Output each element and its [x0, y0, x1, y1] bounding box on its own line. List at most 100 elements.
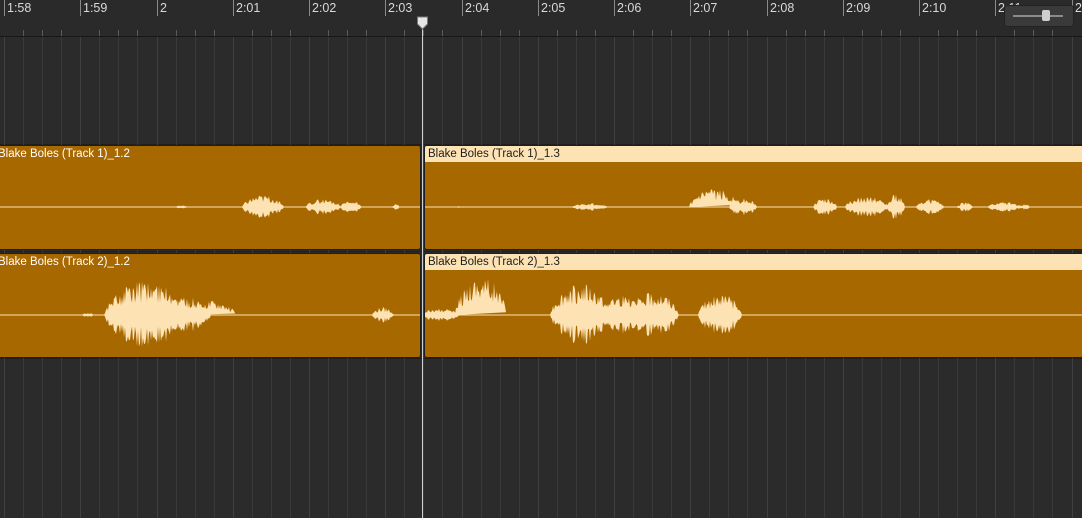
zoom-slider-knob[interactable]: [1042, 10, 1050, 21]
ruler-minor-tick: [118, 30, 119, 36]
ruler-minor-tick: [728, 30, 729, 36]
ruler-minor-tick: [1052, 30, 1053, 36]
ruler-time-label: 2: [160, 1, 167, 15]
ruler-minor-tick: [481, 30, 482, 36]
waveform-burst: [887, 194, 905, 219]
audio-region[interactable]: Blake Boles (Track 1)_1.2: [0, 145, 421, 250]
audio-region[interactable]: Blake Boles (Track 2)_1.2: [0, 253, 421, 358]
ruler-time-label: 2:08: [770, 1, 795, 15]
ruler-minor-tick: [881, 30, 882, 36]
ruler-minor-tick: [271, 30, 272, 36]
ruler-minor-tick: [176, 30, 177, 36]
ruler-minor-tick: [366, 30, 367, 36]
ruler-minor-tick: [23, 30, 24, 36]
waveform-burst: [1018, 204, 1030, 210]
ruler-minor-tick: [99, 30, 100, 36]
ruler-time-label: 2:07: [693, 1, 718, 15]
waveform-burst: [174, 205, 188, 209]
ruler-minor-tick: [500, 30, 501, 36]
audio-region[interactable]: Blake Boles (Track 1)_1.3: [424, 145, 1082, 250]
ruler-major-tick: [462, 0, 463, 16]
ruler-minor-tick: [671, 30, 672, 36]
ruler-time-label: 1:59: [83, 1, 108, 15]
waveform-burst: [455, 278, 506, 315]
waveform-burst: [845, 197, 889, 217]
ruler-time-label: 1:58: [7, 1, 32, 15]
ruler-minor-tick: [214, 30, 215, 36]
ruler-major-tick: [157, 0, 158, 16]
ruler-time-label: 2:05: [541, 1, 566, 15]
waveform-burst: [698, 295, 742, 334]
ruler-minor-tick: [423, 30, 424, 36]
ruler-time-label: 2:03: [388, 1, 413, 15]
ruler-major-tick: [538, 0, 539, 16]
audio-region[interactable]: Blake Boles (Track 2)_1.3: [424, 253, 1082, 358]
ruler-minor-tick: [633, 30, 634, 36]
zoom-slider-track[interactable]: [1013, 15, 1063, 17]
ruler-minor-tick: [137, 30, 138, 36]
ruler-major-tick: [309, 0, 310, 16]
ruler-minor-tick: [61, 30, 62, 36]
ruler-minor-tick: [709, 30, 710, 36]
ruler-minor-tick: [824, 30, 825, 36]
ruler-time-label: 2:04: [465, 1, 490, 15]
ruler-minor-tick: [290, 30, 291, 36]
ruler-major-tick: [385, 0, 386, 16]
ruler-minor-tick: [862, 30, 863, 36]
ruler-minor-tick: [557, 30, 558, 36]
playhead-line[interactable]: [422, 20, 423, 518]
ruler-minor-tick: [252, 30, 253, 36]
ruler-minor-tick: [576, 30, 577, 36]
waveform-burst: [242, 195, 284, 218]
ruler-time-label: 2:09: [846, 1, 871, 15]
waveform: [425, 278, 1082, 344]
ruler-minor-tick: [442, 30, 443, 36]
waveform-burst: [82, 313, 94, 317]
zoom-slider[interactable]: [1004, 5, 1074, 27]
waveform: [425, 189, 1082, 219]
waveform-burst: [372, 307, 394, 323]
waveform-burst: [957, 202, 973, 212]
waveform: [0, 281, 420, 347]
ruler-major-tick: [4, 0, 5, 16]
waveform-burst: [916, 199, 944, 215]
ruler-minor-tick: [805, 30, 806, 36]
waveform-burst: [392, 204, 400, 210]
ruler-time-label: 2:06: [617, 1, 642, 15]
ruler-time-label: 2:02: [312, 1, 337, 15]
ruler-time-label: 2:01: [236, 1, 261, 15]
ruler-minor-tick: [328, 30, 329, 36]
ruler-major-tick: [80, 0, 81, 16]
ruler-minor-tick: [347, 30, 348, 36]
ruler-time-label: 2: [1075, 1, 1082, 15]
ruler-minor-tick: [652, 30, 653, 36]
ruler-minor-tick: [957, 30, 958, 36]
ruler-major-tick: [843, 0, 844, 16]
ruler-minor-tick: [976, 30, 977, 36]
waveform: [0, 195, 420, 218]
ruler-minor-tick: [747, 30, 748, 36]
waveform-burst: [813, 199, 837, 215]
ruler-minor-tick: [519, 30, 520, 36]
ruler-minor-tick: [195, 30, 196, 36]
ruler-time-label: 2:10: [922, 1, 947, 15]
ruler-major-tick: [919, 0, 920, 16]
waveform-burst: [305, 199, 341, 215]
ruler-minor-tick: [1014, 30, 1015, 36]
ruler-minor-tick: [404, 30, 405, 36]
ruler-minor-tick: [1033, 30, 1034, 36]
ruler-minor-tick: [595, 30, 596, 36]
ruler-minor-tick: [938, 30, 939, 36]
ruler-major-tick: [233, 0, 234, 16]
waveform-burst: [425, 308, 459, 321]
ruler-major-tick: [614, 0, 615, 16]
ruler-major-tick: [767, 0, 768, 16]
ruler-major-tick: [690, 0, 691, 16]
playhead-marker-icon[interactable]: [416, 16, 429, 30]
ruler-major-tick: [995, 0, 996, 16]
ruler-minor-tick: [900, 30, 901, 36]
timeline-ruler[interactable]: 1:58 1:59 2 2:01 2:02 2:03 2:04 2:05 2:06 2:07 2:0…: [0, 0, 1082, 37]
ruler-minor-tick: [42, 30, 43, 36]
waveform-burst: [572, 203, 608, 211]
waveform-burst: [987, 202, 1023, 212]
